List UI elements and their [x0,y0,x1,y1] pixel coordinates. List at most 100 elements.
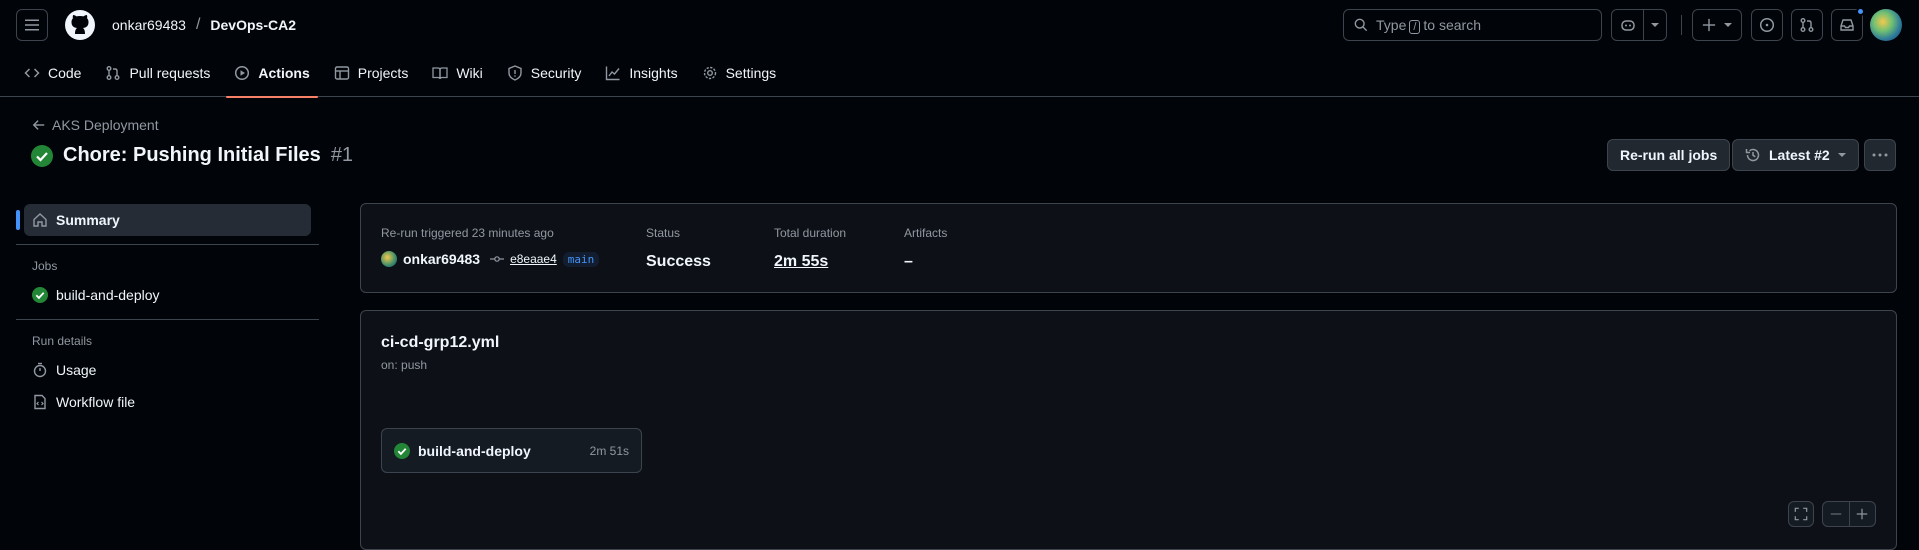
job-duration: 2m 51s [589,443,629,458]
repo-name-link[interactable]: DevOps-CA2 [210,17,296,33]
workflow-trigger: on: push [381,358,428,372]
repo-nav-tabs: Code Pull requests Actions Projects Wiki… [0,50,1919,98]
search-input[interactable]: Type / to search [1343,9,1602,41]
search-placeholder: Type / to search [1376,16,1482,34]
tab-pull-requests[interactable]: Pull requests [97,50,218,97]
commit-sha-link[interactable]: e8eaae4 [510,252,557,266]
run-title: Chore: Pushing Initial Files #1 [31,144,353,167]
tab-security[interactable]: Security [499,50,590,97]
issues-button[interactable] [1751,9,1783,41]
arrow-left-icon [32,120,45,130]
global-header: onkar69483 / DevOps-CA2 Type / to search [0,0,1919,50]
table-icon [334,66,349,80]
minus-icon [1830,513,1841,515]
plus-icon [1702,18,1716,32]
copilot-icon [1620,20,1635,31]
artifacts-label: Artifacts [904,226,948,240]
tab-code[interactable]: Code [16,50,89,97]
issue-icon [1759,17,1775,33]
screen-full-icon [1794,507,1808,521]
rerun-label: Re-run all jobs [1620,147,1718,163]
stopwatch-icon [33,362,47,378]
jobs-heading: Jobs [32,259,58,273]
tab-projects[interactable]: Projects [326,50,417,97]
create-new-button[interactable] [1692,9,1742,41]
sidebar-item-workflow-file[interactable]: Workflow file [16,386,319,418]
duration-label: Total duration [774,226,847,240]
job-name: build-and-deploy [418,442,531,459]
tab-wiki[interactable]: Wiki [424,50,490,97]
search-shortcut-key: / [1409,19,1421,34]
sidebar-item-label: Usage [56,362,97,378]
repo-breadcrumb: onkar69483 / DevOps-CA2 [64,9,296,41]
zoom-out-button[interactable] [1823,502,1850,526]
tab-label: Wiki [456,65,483,81]
run-details-heading: Run details [32,334,93,348]
status-value: Success [646,253,711,270]
tab-label: Code [48,65,82,81]
chevron-down-icon [1837,153,1846,157]
check-circle-icon [394,442,410,459]
tab-settings[interactable]: Settings [694,50,785,97]
zoom-in-button[interactable] [1850,502,1876,526]
repo-owner-link[interactable]: onkar69483 [112,17,186,33]
workflow-file-name: ci-cd-grp12.yml [381,334,500,351]
code-icon [24,68,40,78]
actor-avatar [381,251,397,267]
run-number: #1 [330,144,354,166]
user-avatar[interactable] [1870,9,1902,41]
hamburger-icon [25,19,39,31]
tab-label: Actions [258,65,310,81]
sidebar-item-build-and-deploy[interactable]: build-and-deploy [16,279,319,311]
actor-name[interactable]: onkar69483 [403,251,480,267]
graph-icon [606,66,620,81]
copilot-group [1611,9,1667,41]
copilot-button-group [1611,9,1667,41]
tab-label: Projects [357,65,409,81]
check-circle-icon [31,144,53,167]
status-label: Status [646,226,681,240]
kebab-horizontal-icon [1872,153,1888,157]
tab-label: Insights [629,65,678,81]
job-node-build-and-deploy[interactable]: build-and-deploy 2m 51s [381,428,642,473]
avatar [1870,9,1902,41]
tab-actions[interactable]: Actions [226,50,319,98]
github-logo-icon[interactable] [64,9,96,41]
status-info: Status Success [646,226,711,271]
sidebar-item-summary[interactable]: Summary [16,204,311,236]
inbox-icon [1840,19,1854,31]
latest-attempt-dropdown[interactable]: Latest #2 [1732,139,1859,171]
duration-value-link[interactable]: 2m 55s [774,253,846,271]
file-code-icon [34,394,46,410]
run-summary-card: Re-run triggered 23 minutes ago onkar694… [360,203,1897,293]
gear-icon [703,66,716,80]
tab-insights[interactable]: Insights [597,50,685,97]
artifacts-value: – [904,253,913,270]
duration-info: Total duration 2m 55s [774,226,846,271]
play-icon [235,65,250,81]
book-icon [432,67,448,80]
history-icon [1745,148,1760,162]
tab-label: Security [530,65,582,81]
more-options-button[interactable] [1864,139,1896,171]
chevron-down-icon [1724,23,1732,27]
branch-label[interactable]: main [562,251,600,267]
sidebar-divider [16,319,319,320]
fullscreen-button[interactable] [1788,501,1814,527]
rerun-all-jobs-button[interactable]: Re-run all jobs [1607,139,1731,171]
artifacts-info: Artifacts – [904,226,947,271]
copilot-dropdown[interactable] [1644,10,1666,40]
plus-icon [1857,508,1868,520]
header-divider [1681,15,1682,35]
sidebar-item-label: Summary [56,212,120,228]
copilot-button[interactable] [1612,10,1644,40]
zoom-controls [1822,501,1876,527]
pull-request-icon [106,66,120,80]
inbox-button[interactable] [1831,7,1865,41]
pull-requests-button[interactable] [1791,9,1823,41]
menu-button[interactable] [16,9,48,41]
sidebar-item-usage[interactable]: Usage [16,354,319,386]
git-commit-icon [490,256,505,262]
back-to-workflow-link[interactable]: AKS Deployment [32,117,159,133]
shield-icon [508,65,522,81]
